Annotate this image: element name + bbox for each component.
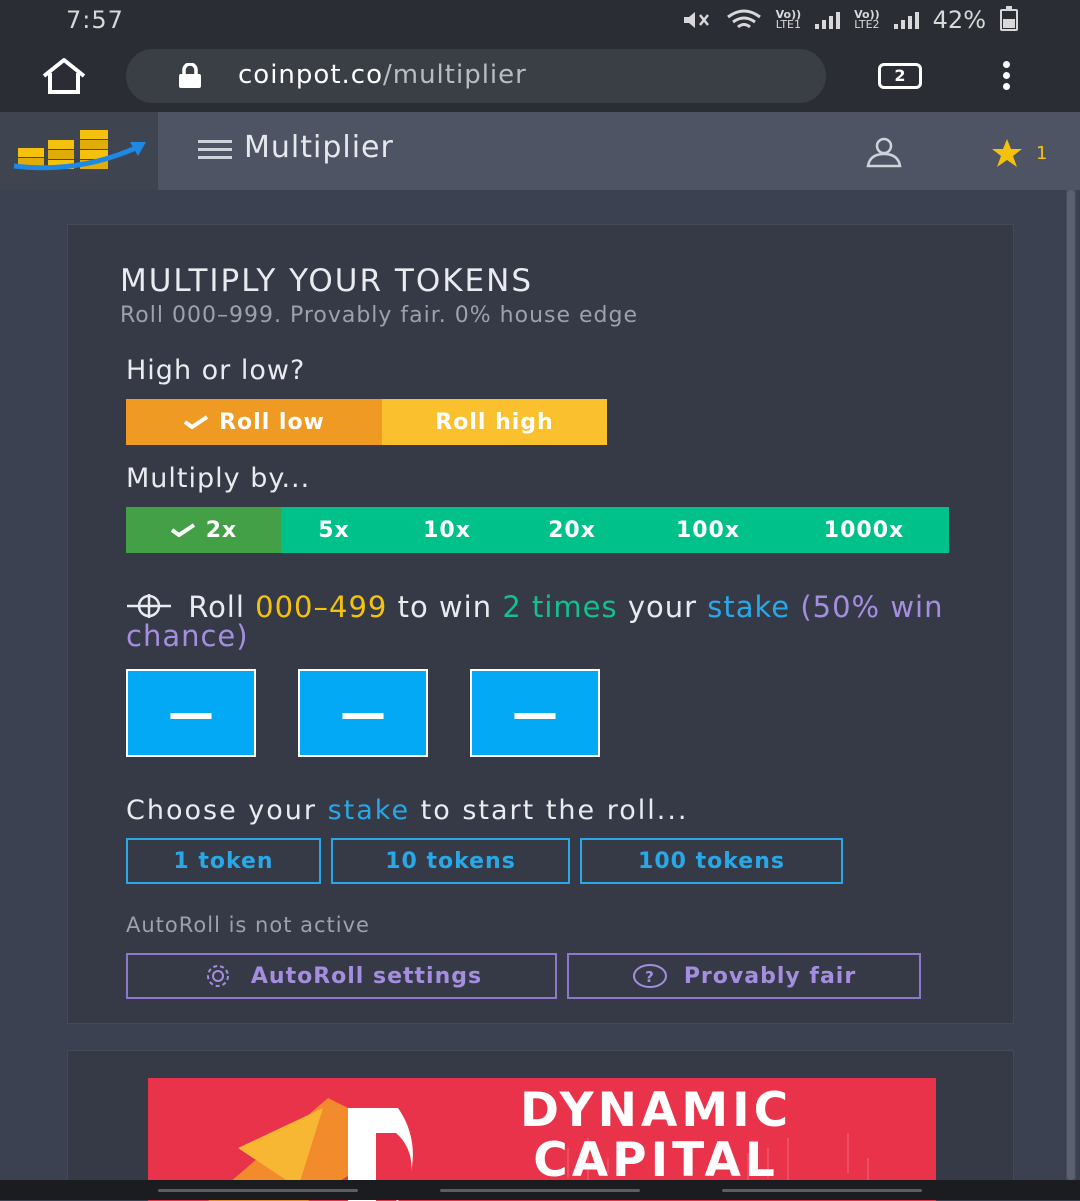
home-icon[interactable] (38, 56, 90, 96)
stake-1-token-button[interactable]: 1 token (126, 838, 321, 884)
multiplier-label: 2x (205, 517, 238, 543)
multiplier-label: 20x (548, 517, 596, 543)
card-subheading: Roll 000–999. Provably fair. 0% house ed… (120, 303, 639, 328)
favorites-button[interactable]: 1 (990, 138, 1047, 168)
wifi-icon (726, 9, 761, 29)
stake-100-tokens-button[interactable]: 100 tokens (580, 838, 843, 884)
nav-segment (440, 1189, 640, 1192)
autoroll-status: AutoRoll is not active (126, 913, 370, 937)
multiplier-5x-button[interactable]: 5x (281, 507, 387, 553)
star-count: 1 (1036, 142, 1048, 164)
roll-low-button[interactable]: Roll low (126, 399, 382, 445)
site-header: Multiplier 1 (0, 112, 1080, 190)
roll-digit-3: — (470, 669, 600, 757)
address-bar[interactable]: coinpot.co/multiplier (126, 49, 826, 103)
card-heading: MULTIPLY YOUR TOKENS (120, 263, 533, 299)
multiplier-1000x-button[interactable]: 1000x (779, 507, 949, 553)
coin-stack-logo-icon (13, 130, 146, 171)
page-scrollbar-thumb[interactable] (1067, 190, 1075, 1180)
star-icon (992, 139, 1022, 167)
sim2-label: Vo)) LTE2 (854, 8, 880, 31)
multiplier-100x-button[interactable]: 100x (637, 507, 779, 553)
roll-high-button[interactable]: Roll high (382, 399, 607, 445)
battery-percent: 42% (932, 6, 986, 34)
provably-fair-button[interactable]: ? Provably fair (567, 953, 921, 999)
signal-bars-2-icon (893, 11, 919, 29)
page-title: Multiplier (244, 130, 394, 165)
stake-word: stake (707, 590, 791, 624)
stake-10-tokens-button[interactable]: 10 tokens (331, 838, 570, 884)
question-circle-icon: ? (632, 964, 667, 988)
choose-suffix: to start the roll... (420, 795, 689, 826)
choose-prefix: Choose your (126, 795, 317, 826)
high-low-toggle: Roll low Roll high (126, 399, 607, 445)
crosshair-icon (127, 594, 171, 618)
high-low-label: High or low? (126, 355, 306, 386)
multiplier-label: 5x (318, 517, 350, 543)
url-text[interactable]: coinpot.co/multiplier (238, 60, 527, 90)
signal-bars-1-icon (815, 11, 841, 29)
multiply-label: Multiply by... (126, 463, 311, 494)
lock-icon (179, 63, 201, 88)
browser-toolbar: coinpot.co/multiplier 2 (0, 40, 1080, 112)
status-bar: 7:57 Vo)) LTE1 Vo)) LTE2 42% (0, 0, 1080, 40)
multiplier-card: MULTIPLY YOUR TOKENS Roll 000–999. Prova… (67, 224, 1014, 1024)
multiplier-label: 100x (675, 517, 741, 543)
site-logo[interactable] (0, 112, 158, 190)
roll-range: 000–499 (255, 590, 388, 624)
nav-segment (722, 1189, 922, 1192)
mute-icon (683, 12, 709, 28)
tab-switcher-button[interactable]: 2 (878, 63, 922, 89)
system-nav-bar (0, 1180, 1080, 1200)
autoroll-settings-button[interactable]: AutoRoll settings (126, 953, 557, 999)
check-icon (183, 415, 209, 429)
multiplier-2x-button[interactable]: 2x (126, 507, 281, 553)
win-times: 2 times (502, 590, 618, 624)
roll-digit-2: — (298, 669, 428, 757)
battery-icon (1000, 6, 1018, 31)
choose-stake-word: stake (327, 795, 411, 826)
multiplier-label: 1000x (823, 517, 905, 543)
multiplier-label: 10x (423, 517, 471, 543)
roll-high-label: Roll high (435, 409, 554, 435)
svg-text:?: ? (645, 968, 655, 986)
roll-description: Roll 000–499 to win 2 times your stake (… (126, 593, 946, 651)
overflow-menu-icon[interactable] (996, 58, 1016, 94)
multiplier-selector: 2x 5x 10x 20x 100x 1000x (126, 507, 949, 553)
roll-digit-1: — (126, 669, 256, 757)
hamburger-menu-icon[interactable] (198, 140, 232, 162)
multiplier-10x-button[interactable]: 10x (387, 507, 507, 553)
gear-icon (206, 965, 229, 987)
autoroll-settings-label: AutoRoll settings (250, 963, 483, 989)
ad-line-2: CAPITAL (533, 1133, 779, 1188)
multiplier-20x-button[interactable]: 20x (507, 507, 637, 553)
to-win-text: to win (397, 590, 493, 624)
status-time: 7:57 (66, 6, 124, 34)
status-icons: Vo)) LTE1 Vo)) LTE2 42% (682, 6, 1018, 34)
nav-segment (158, 1189, 358, 1192)
check-icon (170, 523, 195, 537)
sim1-label: Vo)) LTE1 (775, 8, 802, 31)
roll-low-label: Roll low (219, 409, 325, 435)
choose-stake-text: Choose your stake to start the roll... (126, 795, 688, 826)
your-text: your (627, 590, 698, 624)
ad-line-1: DYNAMIC (520, 1083, 793, 1138)
ad-text: DYNAMIC CAPITAL (520, 1086, 792, 1186)
advertisement-card: DYNAMIC CAPITAL (67, 1050, 1014, 1201)
provably-fair-label: Provably fair (683, 963, 857, 989)
user-icon[interactable] (864, 136, 904, 168)
